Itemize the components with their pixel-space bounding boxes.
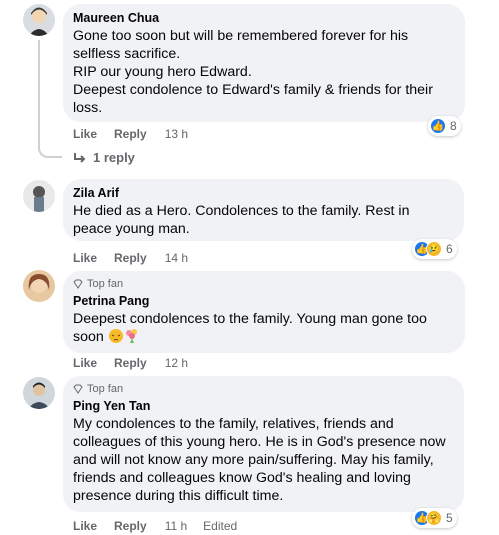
comment-text-line: RIP our young hero Edward. [73, 64, 252, 80]
comment-actions: Like Reply 11 h Edited [73, 519, 237, 533]
like-button[interactable]: Like [73, 519, 97, 533]
reply-button[interactable]: Reply [114, 127, 147, 141]
timestamp[interactable]: 11 h [165, 519, 187, 533]
timestamp[interactable]: 12 h [165, 356, 188, 370]
reaction-count: 5 [446, 511, 453, 525]
reaction-count: 6 [446, 242, 453, 256]
comment-text-line: He died as a Hero. Condolences to the fa… [73, 203, 410, 237]
comment-bubble: Top fan Petrina Pang Deepest condolences… [63, 271, 465, 353]
comment-author[interactable]: Maureen Chua [73, 11, 453, 25]
avatar[interactable] [23, 377, 55, 409]
comment-bubble: Top fan Ping Yen Tan My condolences to t… [63, 376, 464, 512]
comment-author[interactable]: Zila Arif [73, 186, 452, 200]
like-button[interactable]: Like [73, 127, 97, 141]
pensive-face-icon [108, 328, 124, 344]
avatar[interactable] [23, 270, 55, 302]
diamond-icon [73, 279, 83, 289]
reply-button[interactable]: Reply [114, 356, 147, 370]
comment-text-line: My condolences to the family, relatives,… [73, 416, 446, 504]
reactions-summary[interactable]: 👍 🤗 5 [412, 508, 457, 528]
timestamp[interactable]: 13 h [165, 127, 188, 141]
avatar[interactable] [23, 4, 55, 36]
reply-button[interactable]: Reply [114, 519, 147, 533]
like-icon: 👍 [430, 118, 446, 134]
edited-label[interactable]: Edited [203, 519, 237, 533]
top-fan-label: Top fan [87, 383, 124, 395]
comment-text-line: Gone too soon but will be remembered for… [73, 28, 409, 62]
comment-text-line: Deepest condolence to Edward's family & … [73, 82, 433, 116]
comment-author[interactable]: Petrina Pang [73, 294, 453, 308]
timestamp[interactable]: 14 h [165, 251, 188, 265]
view-replies-link[interactable]: 1 reply [73, 150, 135, 165]
reactions-summary[interactable]: 👍 😢 6 [412, 239, 457, 259]
sad-icon: 😢 [426, 241, 442, 257]
comment-author[interactable]: Ping Yen Tan [73, 399, 452, 413]
top-fan-badge: Top fan [73, 383, 452, 395]
bouquet-icon [124, 328, 140, 344]
diamond-icon [73, 384, 83, 394]
avatar[interactable] [23, 180, 55, 212]
comment-actions: Like Reply 14 h [73, 251, 188, 265]
top-fan-label: Top fan [87, 278, 124, 290]
top-fan-badge: Top fan [73, 278, 453, 290]
replies-label[interactable]: 1 reply [93, 150, 135, 165]
comment-actions: Like Reply 13 h [73, 127, 188, 141]
comment-bubble: Zila Arif He died as a Hero. Condolences… [63, 179, 464, 241]
reaction-count: 8 [450, 119, 457, 133]
like-button[interactable]: Like [73, 251, 97, 265]
comment-actions: Like Reply 12 h [73, 356, 188, 370]
care-icon: 🤗 [426, 510, 442, 526]
reply-thread-line [38, 40, 62, 158]
comment-bubble: Maureen Chua Gone too soon but will be r… [63, 4, 465, 122]
reply-button[interactable]: Reply [114, 251, 147, 265]
reply-arrow-icon [74, 152, 86, 163]
reactions-summary[interactable]: 👍 8 [428, 116, 461, 136]
like-button[interactable]: Like [73, 356, 97, 370]
